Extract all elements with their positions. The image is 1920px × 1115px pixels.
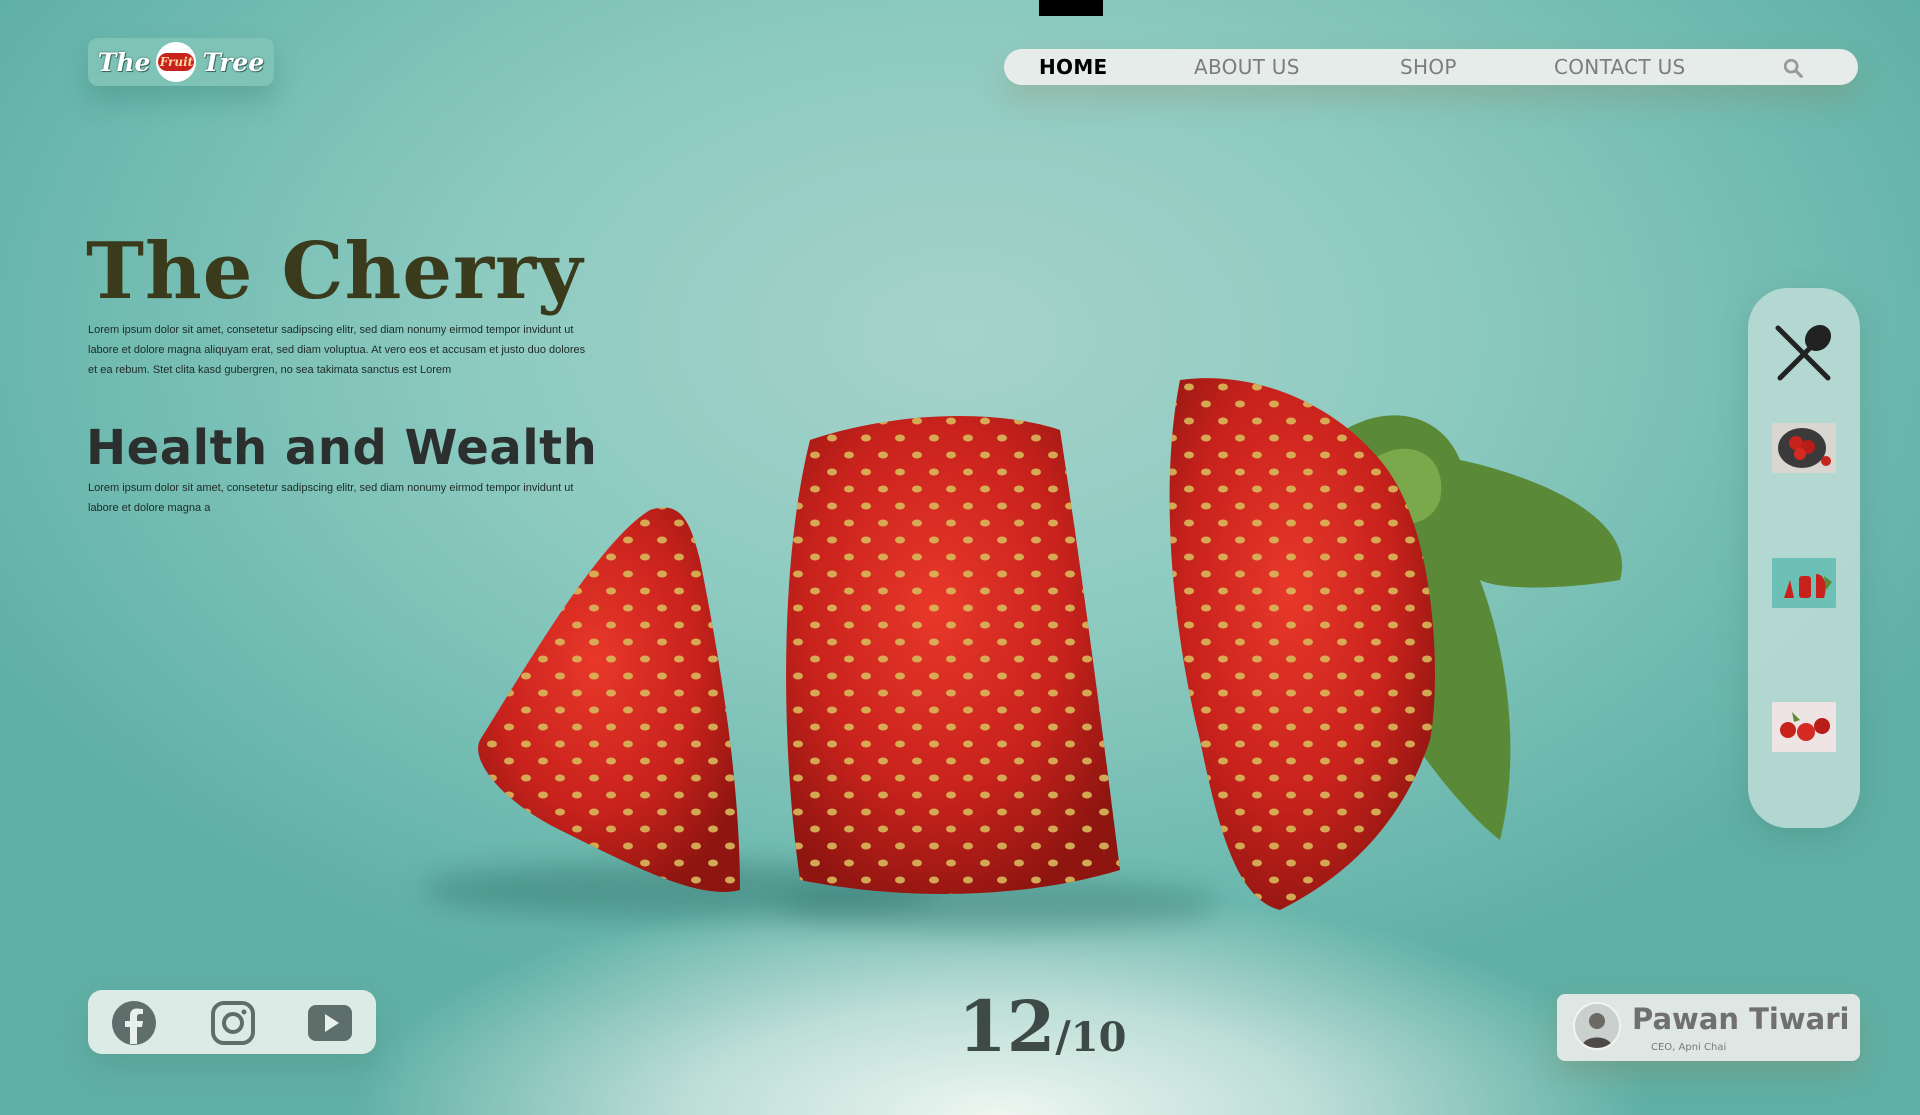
nav-item-shop[interactable]: SHOP <box>1400 49 1457 85</box>
hero-title: The Cherry <box>86 226 584 317</box>
youtube-icon[interactable] <box>307 1000 353 1046</box>
profile-role: CEO, Apni Chai <box>1651 1042 1727 1053</box>
nav-item-about-us[interactable]: ABOUT US <box>1194 49 1300 85</box>
logo-text-right: Tree <box>202 47 265 77</box>
strawberry-slices-image <box>420 378 1623 931</box>
social-links <box>88 990 376 1054</box>
profile-card[interactable]: Pawan Tiwari CEO, Apni Chai <box>1557 994 1860 1061</box>
logo-fruit-badge: Fruit <box>156 42 197 82</box>
logo-text-left: The <box>97 47 151 77</box>
right-gallery-sidebar <box>1748 288 1860 828</box>
brand-logo[interactable]: The Fruit Tree <box>88 38 274 86</box>
slide-counter-current: 12 <box>958 985 1056 1068</box>
logo-fruit-text: Fruit <box>158 53 195 71</box>
top-navigation: HOME ABOUT US SHOP CONTACT US <box>1004 49 1858 85</box>
top-black-tab <box>1039 0 1103 16</box>
avatar <box>1573 1002 1621 1050</box>
facebook-icon[interactable] <box>111 1000 157 1046</box>
spoon-fork-icon[interactable] <box>1770 320 1836 386</box>
profile-name: Pawan Tiwari <box>1632 1002 1850 1036</box>
slide-counter-total: 10 <box>1070 1014 1127 1061</box>
search-icon[interactable] <box>1782 57 1804 79</box>
slide-counter: 12/10 <box>958 985 1126 1068</box>
instagram-icon[interactable] <box>210 1000 256 1046</box>
nav-item-contact-us[interactable]: CONTACT US <box>1554 49 1686 85</box>
nav-item-home[interactable]: HOME <box>1039 49 1108 85</box>
slide-counter-separator: / <box>1055 1012 1071 1061</box>
strawberries-in-hand-thumbnail[interactable] <box>1772 702 1836 752</box>
sliced-strawberry-thumbnail[interactable] <box>1772 558 1836 608</box>
strawberry-bowl-thumbnail[interactable] <box>1772 423 1836 473</box>
